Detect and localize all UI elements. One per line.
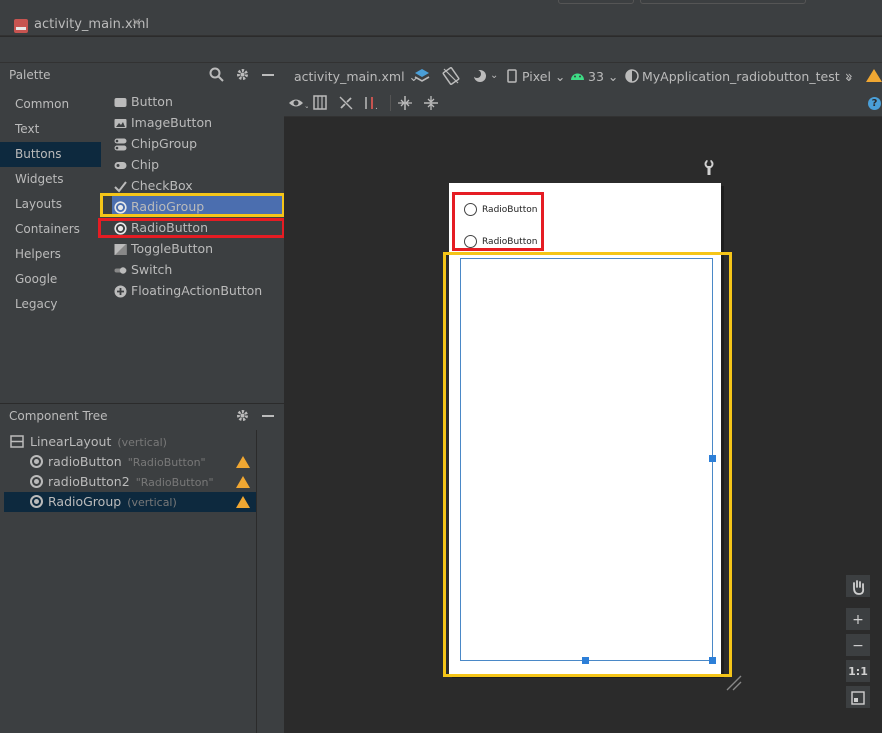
pan-hand-button[interactable] — [845, 574, 871, 598]
switch-icon — [114, 262, 127, 275]
zoom-to-fit-button[interactable] — [845, 685, 871, 709]
tree-item-label: RadioGroup (vertical) — [48, 494, 177, 509]
palette-category-layouts[interactable]: Layouts — [0, 192, 101, 217]
actual-size-button[interactable]: 1:1 — [845, 659, 871, 683]
xml-file-icon — [14, 19, 28, 33]
palette-item-label: Button — [131, 94, 173, 109]
top-dropdown-1[interactable] — [558, 0, 634, 4]
fab-icon — [114, 283, 127, 298]
tree-item-label: radioButton2 "RadioButton" — [48, 474, 214, 489]
palette-item-imagebutton[interactable]: ImageButton — [112, 112, 284, 133]
tree-item-label: radioButton "RadioButton" — [48, 454, 206, 469]
warning-icon[interactable] — [236, 456, 250, 468]
constraints-off-icon[interactable] — [338, 95, 354, 111]
close-tab-icon[interactable]: ✕ — [131, 16, 142, 31]
device-icon — [507, 69, 517, 83]
default-margins-icon[interactable]: . — [364, 95, 382, 111]
minimize-icon[interactable] — [262, 74, 274, 76]
gear-icon[interactable] — [235, 408, 250, 423]
checkbox-icon — [114, 178, 127, 193]
android-icon — [571, 73, 584, 80]
palette-category-google[interactable]: Google — [0, 267, 101, 292]
image-button-icon — [114, 115, 127, 128]
palette-item-label: FloatingActionButton — [131, 283, 263, 298]
radio-button-icon — [30, 495, 43, 508]
chip-group-icon — [114, 136, 127, 151]
highlight-radio-group-item — [100, 193, 285, 217]
design-surface-icon[interactable] — [413, 67, 431, 85]
palette-item-button[interactable]: Button — [112, 91, 284, 112]
tree-item-radiobutton[interactable]: radioButton "RadioButton" — [4, 452, 256, 472]
blueprint-toggle-icon[interactable] — [313, 95, 327, 110]
palette-item-label: ChipGroup — [131, 136, 198, 151]
api-level-dropdown[interactable]: 33 ⌄ — [588, 69, 618, 84]
theme-dropdown[interactable]: MyApplication_radiobutton_test ⌄ — [642, 69, 854, 84]
minimize-icon[interactable] — [262, 415, 274, 417]
svg-text:.: . — [375, 102, 378, 111]
zoom-out-button[interactable]: − — [845, 633, 871, 657]
palette-item-togglebutton[interactable]: ToggleButton — [112, 238, 284, 259]
warning-icon[interactable] — [236, 496, 250, 508]
pack-vertical-icon[interactable] — [423, 95, 439, 111]
night-mode-dropdown-caret[interactable]: ⌄ — [490, 70, 498, 81]
editor-tab-activity-main[interactable]: activity_main.xml ✕ — [4, 12, 149, 40]
design-toolbar: activity_main.xml ⌄ ⌄ Pixel ⌄ 33 ⌄ MyApp… — [284, 63, 882, 89]
palette-item-chip[interactable]: Chip — [112, 154, 284, 175]
palette-item-label: Chip — [131, 157, 160, 172]
search-icon[interactable] — [209, 67, 224, 82]
editor-tab-bar: activity_main.xml ✕ — [0, 6, 882, 40]
palette-category-legacy[interactable]: Legacy — [0, 292, 101, 317]
more-actions-button[interactable]: » — [845, 68, 853, 83]
palette-item-label: ToggleButton — [131, 241, 214, 256]
tree-root-linear-layout[interactable]: LinearLayout (vertical) — [4, 432, 256, 452]
palette-item-label: ImageButton — [131, 115, 213, 130]
layout-file-dropdown[interactable]: activity_main.xml ⌄ — [294, 69, 419, 84]
toolbar-divider — [390, 95, 391, 111]
help-icon[interactable]: ? — [868, 97, 881, 110]
warning-icon[interactable] — [236, 476, 250, 488]
palette-item-label: Switch — [131, 262, 173, 277]
palette-category-buttons[interactable]: Buttons — [0, 142, 101, 167]
zoom-in-button[interactable]: + — [845, 607, 871, 631]
tree-splitter — [256, 430, 257, 733]
tree-item-radiobutton2[interactable]: radioButton2 "RadioButton" — [4, 472, 256, 492]
warning-icon[interactable] — [866, 69, 882, 82]
linear-layout-icon — [10, 435, 24, 448]
palette-category-common[interactable]: Common — [0, 92, 101, 117]
tree-item-label: LinearLayout (vertical) — [30, 434, 167, 449]
view-options-toolbar: ⌄ . ? — [284, 89, 882, 117]
chip-icon — [114, 157, 127, 170]
eye-icon[interactable]: ⌄ — [288, 96, 308, 110]
svg-text:⌄: ⌄ — [304, 102, 308, 110]
toggle-button-icon — [114, 241, 127, 255]
pack-horizontal-icon[interactable] — [397, 95, 413, 111]
palette-item-chipgroup[interactable]: ChipGroup — [112, 133, 284, 154]
palette-item-switch[interactable]: Switch — [112, 259, 284, 280]
night-mode-icon[interactable] — [472, 68, 488, 84]
gear-icon[interactable] — [235, 67, 250, 82]
wrench-icon[interactable] — [703, 160, 715, 176]
palette-category-widgets[interactable]: Widgets — [0, 167, 101, 192]
hand-icon — [853, 580, 865, 595]
palette-category-text[interactable]: Text — [0, 117, 101, 142]
tree-item-radiogroup[interactable]: RadioGroup (vertical) — [4, 492, 256, 512]
button-icon — [114, 94, 127, 107]
palette-category-containers[interactable]: Containers — [0, 217, 101, 242]
palette-category-helpers[interactable]: Helpers — [0, 242, 101, 267]
device-resize-icon[interactable] — [725, 674, 743, 692]
orientation-icon[interactable] — [442, 67, 460, 85]
highlight-radio-buttons — [452, 192, 544, 251]
fit-screen-icon — [851, 691, 865, 705]
palette-item-floatingactionbutton[interactable]: FloatingActionButton — [112, 280, 284, 301]
theme-icon — [625, 69, 639, 83]
device-dropdown[interactable]: Pixel ⌄ — [522, 69, 565, 84]
palette-title: Palette — [9, 68, 51, 82]
top-dropdown-2[interactable] — [640, 0, 806, 4]
editor-sub-bar — [0, 37, 882, 63]
highlight-radio-button-item — [98, 218, 285, 238]
component-tree-title: Component Tree — [9, 409, 108, 423]
highlight-radio-group — [443, 252, 732, 677]
radio-button-icon — [30, 475, 43, 488]
radio-button-icon — [30, 455, 43, 468]
